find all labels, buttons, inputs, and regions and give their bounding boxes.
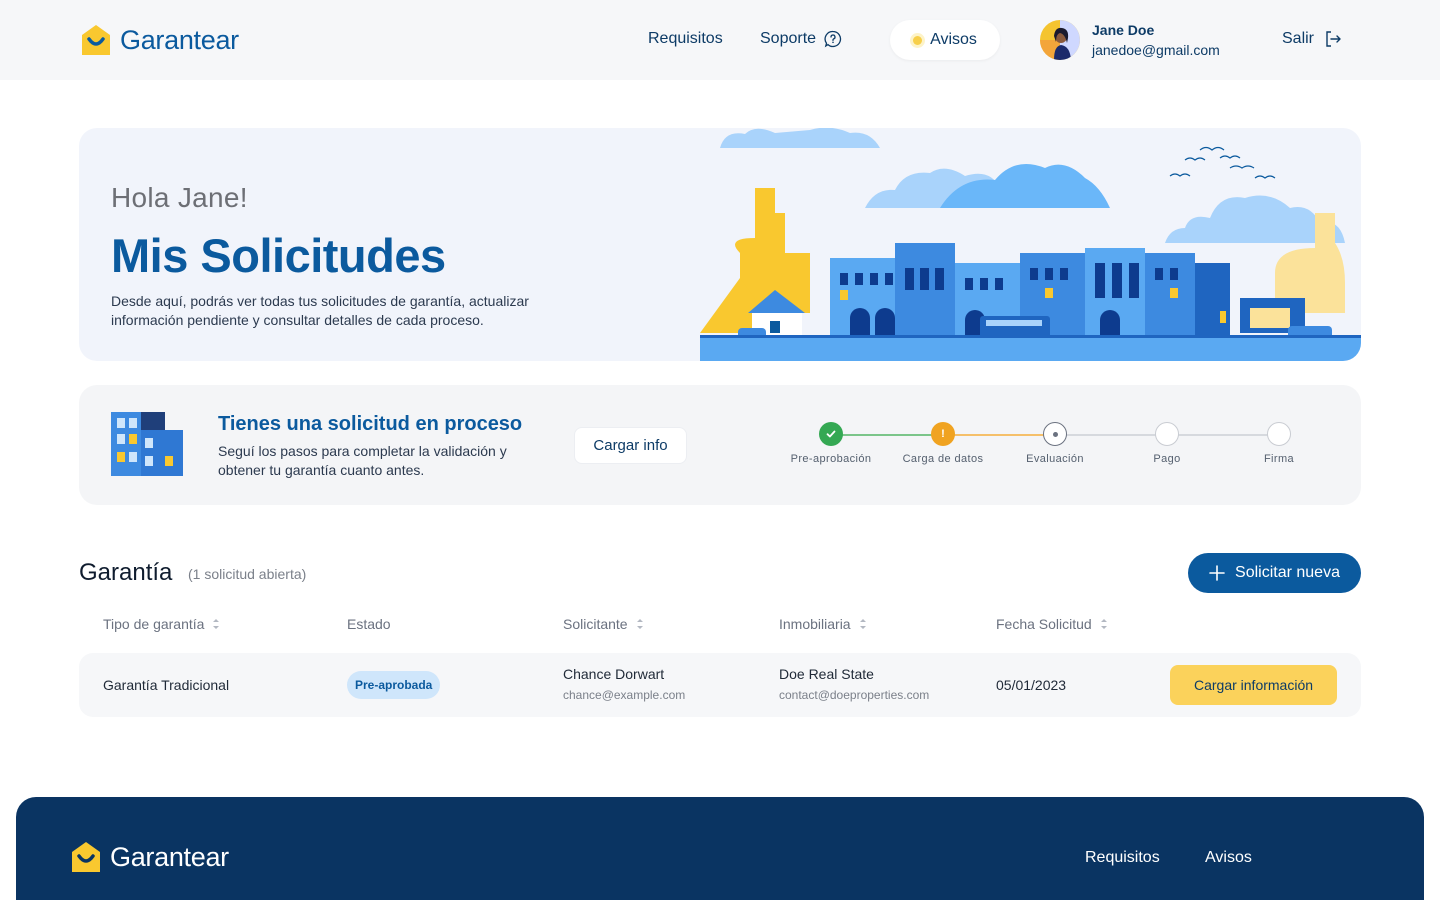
cell-inmobiliaria-email: contact@doeproperties.com: [779, 688, 930, 702]
hero-description: Desde aquí, podrás ver todas tus solicit…: [111, 293, 529, 328]
column-header-solicitante[interactable]: Solicitante: [563, 616, 644, 632]
nav-soporte[interactable]: Soporte: [760, 30, 842, 48]
current-step-icon: [1043, 422, 1067, 446]
pending-step-icon: [1155, 422, 1179, 446]
garantear-logo-icon: [82, 25, 110, 55]
sort-icon: [1100, 619, 1107, 629]
footer: Garantear Requisitos Avisos: [16, 797, 1424, 900]
footer-link-requisitos[interactable]: Requisitos: [1085, 849, 1160, 867]
building-icon: [111, 412, 183, 476]
avisos-button[interactable]: Avisos: [890, 20, 1000, 60]
nav-requisitos[interactable]: Requisitos: [648, 30, 723, 48]
column-header-estado: Estado: [347, 616, 391, 632]
check-icon: [819, 422, 843, 446]
logout-label: Salir: [1282, 30, 1315, 47]
section-title: Garantía: [79, 559, 173, 586]
step-firma: Firma: [1224, 421, 1334, 465]
cell-solicitante-email: chance@example.com: [563, 688, 686, 702]
process-card: Tienes una solicitud en proceso Seguí lo…: [79, 385, 1361, 505]
process-title: Tienes una solicitud en proceso: [218, 413, 523, 435]
step-label: Firma: [1263, 453, 1295, 465]
column-header-label: Tipo de garantía: [103, 616, 205, 632]
sort-icon: [213, 619, 220, 629]
footer-link-avisos[interactable]: Avisos: [1205, 849, 1252, 867]
step-label: Pre-aprobación: [790, 453, 872, 465]
table-row[interactable]: Garantía Tradicional Pre-aprobada Chance…: [79, 653, 1361, 717]
step-pago: Pago: [1112, 421, 1222, 465]
warning-icon: !: [931, 422, 955, 446]
cargar-info-button[interactable]: Cargar info: [574, 427, 687, 464]
footer-brand-logo[interactable]: Garantear: [70, 841, 229, 873]
hero-banner: Hola Jane! Mis Solicitudes Desde aquí, p…: [79, 128, 1361, 361]
cell-solicitante: Chance Dorwart: [563, 666, 665, 682]
plus-icon: [1209, 565, 1225, 581]
hero-greeting: Hola Jane!: [111, 182, 248, 213]
user-avatar-icon: [1040, 20, 1080, 60]
status-badge: Pre-aprobada: [347, 671, 441, 699]
solicitar-nueva-label: Solicitar nueva: [1235, 564, 1340, 581]
step-label: Carga de datos: [902, 453, 984, 465]
process-description: Seguí los pasos para completar la valida…: [218, 443, 507, 478]
column-header-label: Fecha Solicitud: [996, 616, 1092, 632]
step-label: Pago: [1153, 453, 1181, 465]
brand-logo[interactable]: Garantear: [80, 24, 239, 56]
user-email: janedoe@gmail.com: [1092, 42, 1220, 58]
garantear-logo-icon: [72, 842, 100, 872]
step-pre-aprobacion: Pre-aprobación: [776, 421, 886, 465]
cell-tipo: Garantía Tradicional: [103, 677, 230, 693]
footer-brand-name: Garantear: [110, 841, 229, 872]
notification-dot-icon: [913, 35, 923, 45]
sort-icon: [636, 619, 643, 629]
column-header-tipo[interactable]: Tipo de garantía: [103, 616, 220, 632]
section-count: (1 solicitud abierta): [188, 566, 307, 582]
cell-inmobiliaria: Doe Real State: [779, 666, 874, 682]
brand-name: Garantear: [120, 24, 239, 55]
step-carga-de-datos: ! Carga de datos: [888, 421, 998, 465]
logout-button[interactable]: Salir: [1282, 30, 1342, 48]
column-header-fecha[interactable]: Fecha Solicitud: [996, 616, 1108, 632]
avisos-label: Avisos: [930, 31, 977, 48]
column-header-label: Solicitante: [563, 616, 628, 632]
column-header-inmobiliaria[interactable]: Inmobiliaria: [779, 616, 867, 632]
city-illustration: [700, 128, 1361, 361]
pending-step-icon: [1267, 422, 1291, 446]
help-circle-icon: [824, 30, 842, 48]
avatar[interactable]: [1040, 20, 1080, 60]
user-name: Jane Doe: [1092, 22, 1155, 38]
column-header-label: Inmobiliaria: [779, 616, 851, 632]
step-evaluacion: Evaluación: [1000, 421, 1110, 465]
progress-stepper: Pre-aprobación ! Carga de datos Evaluaci…: [779, 421, 1359, 471]
solicitar-nueva-button[interactable]: Solicitar nueva: [1188, 553, 1361, 593]
top-navbar: Garantear Requisitos Soporte Avisos Jane…: [0, 0, 1440, 80]
cell-fecha: 05/01/2023: [996, 677, 1067, 693]
column-header-label: Estado: [347, 616, 391, 632]
page-title: Mis Solicitudes: [111, 229, 446, 282]
logout-icon: [1326, 31, 1341, 47]
cargar-informacion-button[interactable]: Cargar información: [1170, 665, 1337, 705]
sort-icon: [859, 619, 866, 629]
step-label: Evaluación: [1026, 453, 1084, 465]
nav-soporte-label: Soporte: [760, 30, 817, 48]
